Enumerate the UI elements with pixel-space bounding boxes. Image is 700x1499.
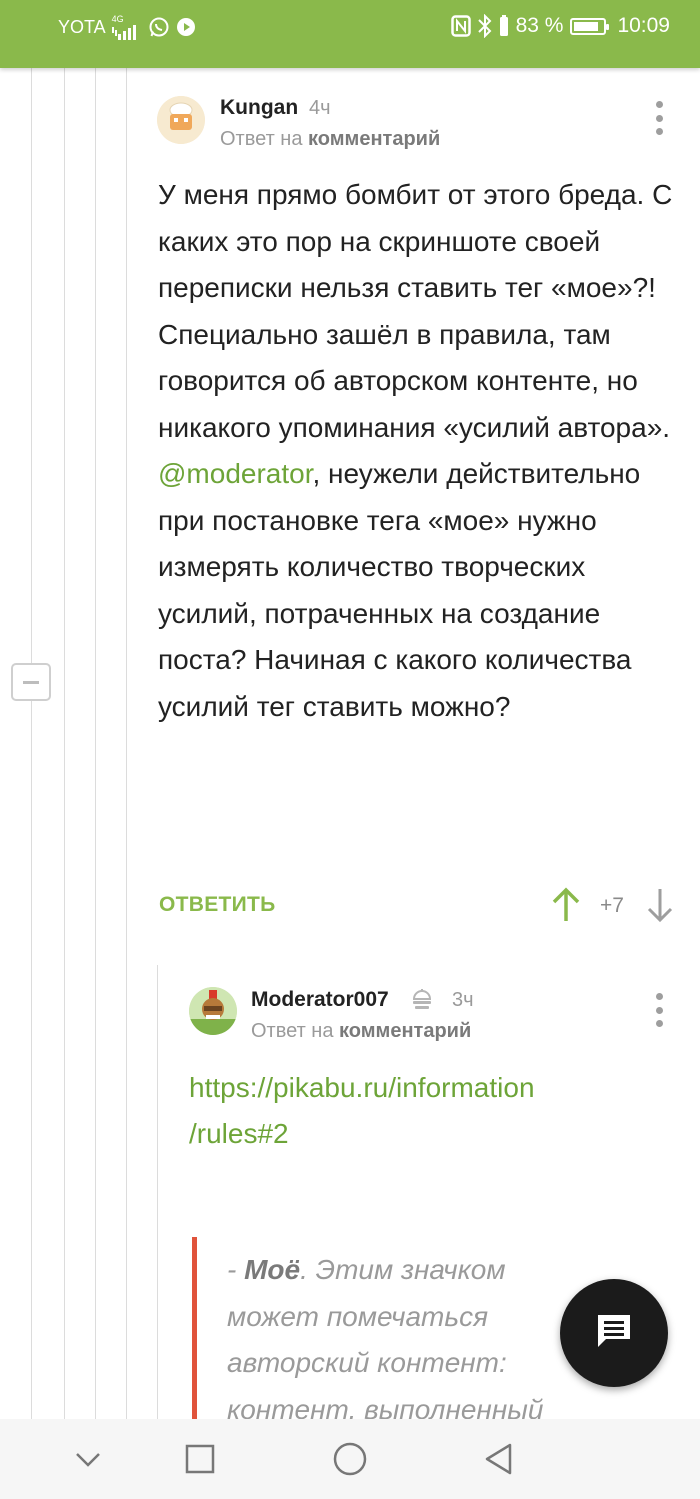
reply-target-link[interactable]: комментарий bbox=[308, 128, 440, 150]
nfc-icon bbox=[450, 15, 471, 37]
comment-icon bbox=[594, 1311, 634, 1356]
system-nav-bar bbox=[0, 1419, 700, 1499]
reply-prefix: Ответ на bbox=[220, 128, 303, 150]
status-left: YOTA 4G bbox=[58, 14, 196, 40]
more-vert-icon[interactable] bbox=[654, 101, 664, 135]
carrier-label: YOTA bbox=[58, 16, 106, 37]
battery-percent: 83 % bbox=[515, 14, 564, 37]
comment-body: У меня прямо бомбит от этого бреда. С ка… bbox=[158, 172, 678, 730]
thread-line bbox=[64, 68, 65, 1419]
moderator-badge-icon bbox=[410, 987, 434, 1011]
arrow-up-icon[interactable] bbox=[551, 887, 581, 923]
back-icon[interactable] bbox=[479, 1439, 519, 1479]
avatar[interactable] bbox=[157, 96, 205, 144]
comment-paragraph: @moderator, неужели действительно при по… bbox=[158, 451, 678, 730]
rules-quote: - Моё. Этим значком может помечаться авт… bbox=[192, 1237, 552, 1437]
reply-to-meta: Ответ на комментарий bbox=[220, 128, 440, 151]
comment-time: 3ч bbox=[452, 989, 474, 1011]
reply-prefix: Ответ на bbox=[251, 1020, 334, 1042]
signal-icon: 4G bbox=[111, 13, 142, 40]
battery-icon bbox=[570, 17, 610, 35]
rating-count: +7 bbox=[600, 894, 624, 917]
avatar[interactable] bbox=[189, 987, 237, 1035]
play-circle-icon bbox=[176, 17, 196, 37]
reply-to-meta: Ответ на комментарий bbox=[251, 1020, 471, 1043]
author-name[interactable]: Kungan bbox=[220, 96, 298, 120]
mention-link[interactable]: @moderator bbox=[158, 458, 313, 489]
status-bar: YOTA 4G 83 % 10:09 bbox=[0, 0, 700, 68]
thread-line bbox=[126, 68, 127, 1419]
more-vert-icon[interactable] bbox=[654, 993, 664, 1027]
whatsapp-icon bbox=[148, 16, 170, 38]
network-label: 4G bbox=[111, 13, 124, 24]
recents-icon[interactable] bbox=[180, 1439, 220, 1479]
battery-level-icon bbox=[499, 15, 509, 37]
comment-paragraph-text: , неужели действительно при постановке т… bbox=[158, 458, 641, 722]
thread-line bbox=[95, 68, 96, 1419]
quote-lead: - bbox=[227, 1254, 245, 1285]
thread-line bbox=[31, 68, 32, 1419]
quote-bold: Моё bbox=[244, 1254, 301, 1285]
app-screen: YOTA 4G 83 % 10:09 Kungan 4ч Ответ на ко… bbox=[0, 0, 700, 1499]
comment-time: 4ч bbox=[309, 97, 331, 119]
write-comment-button[interactable] bbox=[560, 1279, 668, 1387]
rules-link[interactable]: https://pikabu.ru/information/rules#2 bbox=[189, 1065, 659, 1157]
arrow-down-icon[interactable] bbox=[645, 887, 675, 923]
bluetooth-icon bbox=[477, 14, 492, 38]
home-icon[interactable] bbox=[330, 1439, 370, 1479]
comment-paragraph: У меня прямо бомбит от этого бреда. С ка… bbox=[158, 179, 673, 443]
clock: 10:09 bbox=[617, 14, 670, 37]
chevron-down-icon[interactable] bbox=[68, 1439, 108, 1479]
thread-line bbox=[157, 965, 158, 1419]
status-right: 83 % 10:09 bbox=[450, 12, 670, 40]
reply-target-link[interactable]: комментарий bbox=[339, 1020, 471, 1042]
author-name[interactable]: Moderator007 bbox=[251, 988, 389, 1012]
reply-button[interactable]: ОТВЕТИТЬ bbox=[159, 893, 276, 917]
collapse-thread-button[interactable] bbox=[11, 663, 51, 701]
